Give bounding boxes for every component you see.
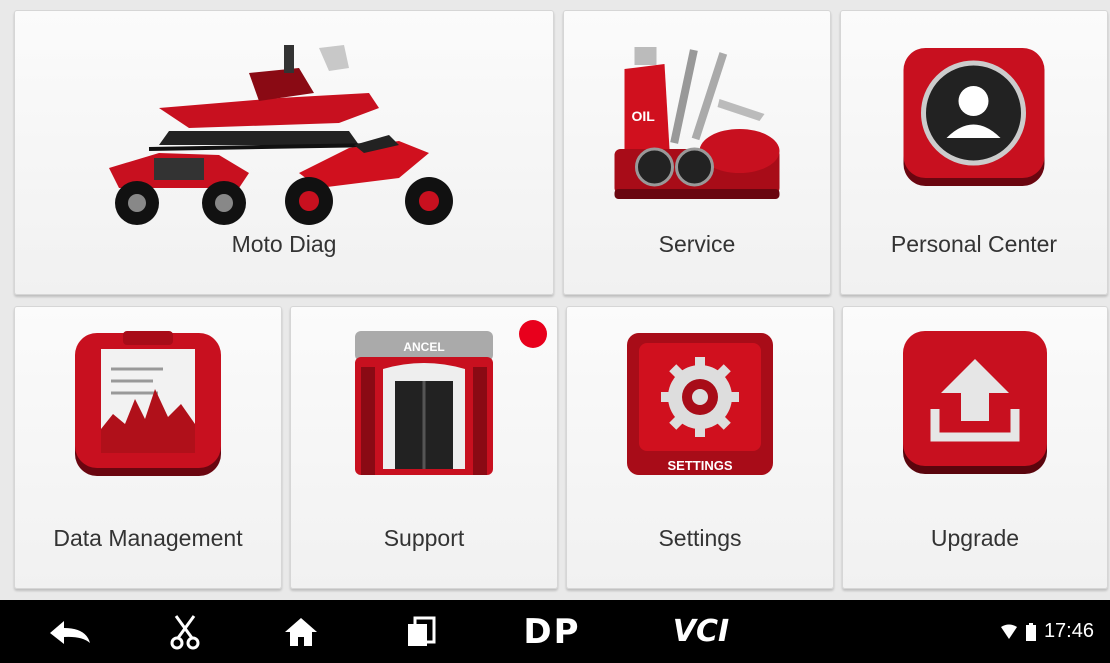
status-area: 17:46	[1000, 600, 1094, 663]
tile-settings[interactable]: SETTINGS Settings	[566, 306, 834, 589]
tile-support[interactable]: ANCEL Support	[290, 306, 558, 589]
dp-label: DP	[523, 611, 581, 652]
svg-text:OIL: OIL	[632, 108, 656, 124]
vci-label: VCI	[672, 614, 730, 649]
gear-icon: SETTINGS	[625, 329, 775, 479]
user-profile-icon	[902, 46, 1047, 191]
tile-data-management[interactable]: Data Management	[14, 306, 282, 589]
service-tools-icon: OIL	[610, 39, 785, 204]
tile-label: Moto Diag	[231, 231, 337, 257]
store-icon: ANCEL	[353, 329, 495, 479]
data-chart-icon	[73, 329, 223, 479]
notification-badge	[519, 320, 547, 348]
back-arrow-icon[interactable]	[45, 600, 95, 663]
upload-icon	[901, 329, 1049, 477]
tile-label: Personal Center	[890, 231, 1058, 257]
tile-label: Support	[383, 525, 465, 551]
battery-icon	[1025, 622, 1036, 641]
tile-service[interactable]: OIL Service	[563, 10, 831, 295]
vci-button[interactable]: VCI	[656, 600, 746, 663]
tile-label: Service	[658, 231, 736, 257]
tile-moto-diag[interactable]: Moto Diag	[14, 10, 554, 295]
tile-upgrade[interactable]: Upgrade	[842, 306, 1108, 589]
svg-text:ANCEL: ANCEL	[403, 340, 444, 354]
svg-text:SETTINGS: SETTINGS	[667, 458, 732, 473]
tile-label: Settings	[658, 525, 742, 551]
dp-button[interactable]: DP	[512, 600, 592, 663]
wifi-icon	[1000, 624, 1017, 639]
tile-label: Upgrade	[930, 525, 1020, 551]
clock-time: 17:46	[1043, 620, 1094, 642]
navigation-bar: DP VCI 17:46	[0, 600, 1110, 663]
tile-label: Data Management	[53, 525, 243, 551]
scissors-icon[interactable]	[160, 600, 210, 663]
home-icon[interactable]	[276, 600, 326, 663]
recents-icon[interactable]	[396, 600, 446, 663]
tile-personal-center[interactable]: Personal Center	[840, 10, 1108, 295]
moto-vehicles-icon	[99, 23, 469, 233]
